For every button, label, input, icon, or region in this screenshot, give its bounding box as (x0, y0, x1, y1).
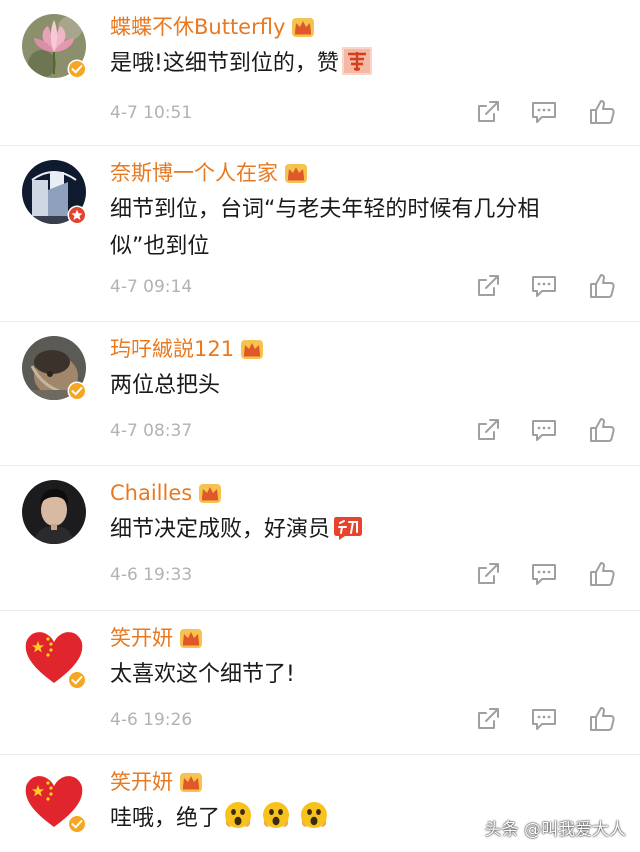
thumbs-up-icon[interactable] (588, 560, 616, 588)
thumbs-up-icon[interactable] (588, 416, 616, 444)
username[interactable]: 奈斯博一个人在家 (110, 158, 278, 188)
comment-text: 细节决定成败，好演员 (110, 511, 628, 548)
username[interactable]: Chailles (110, 478, 192, 508)
comment-item: 奈斯博一个人在家 细节到位，台词“与老夫年轻的时候有几分相 似”也到位 4-7 … (0, 146, 640, 322)
name-row: 笑开妍 (110, 767, 628, 797)
thumbs-up-icon[interactable] (588, 705, 616, 733)
zan-sticker-icon (341, 47, 372, 75)
thumbs-up-icon[interactable] (588, 272, 616, 300)
shock-face-emoji-icon (225, 802, 252, 828)
crown-icon (180, 629, 202, 648)
comment-content: Chailles 细节决定成败，好演员 (110, 478, 628, 548)
reply-icon[interactable] (530, 416, 558, 444)
username[interactable]: 笑开妍 (110, 767, 173, 797)
name-row: 玙吇絾説121 (110, 334, 628, 364)
timestamp: 4-7 08:37 (110, 421, 193, 441)
comment-text: 太喜欢这个细节了! (110, 662, 295, 687)
reply-icon[interactable] (530, 272, 558, 300)
share-icon[interactable] (474, 560, 502, 588)
avatar[interactable] (22, 769, 87, 834)
shock-face-emoji-icon (301, 802, 328, 828)
reply-icon[interactable] (530, 98, 558, 126)
crown-icon (199, 484, 222, 503)
comment-item: Chailles 细节决定成败，好演员 4-6 19:33 (0, 466, 640, 611)
reply-icon[interactable] (530, 560, 558, 588)
timestamp: 4-7 09:14 (110, 277, 193, 297)
share-icon[interactable] (474, 272, 502, 300)
geili-sticker-icon (334, 517, 363, 540)
verified-badge-icon (67, 59, 87, 79)
watermark: 头条 @叫我爱大人 (484, 820, 626, 840)
avatar[interactable] (22, 625, 87, 690)
username[interactable]: 蝶蝶不休Butterfly (110, 12, 285, 42)
comment-feed: 蝶蝶不休Butterfly 是哦!这细节到位的，赞 4-7 10:51 奈斯博一… (0, 0, 640, 852)
man-portrait-avatar (22, 480, 86, 544)
avatar[interactable] (22, 14, 87, 79)
comment-content: 奈斯博一个人在家 细节到位，台词“与老夫年轻的时候有几分相 似”也到位 (110, 158, 628, 265)
verified-badge-icon (67, 670, 87, 690)
meta-row: 4-6 19:33 (110, 560, 620, 590)
comment-content: 蝶蝶不休Butterfly 是哦!这细节到位的，赞 (110, 12, 628, 82)
crown-icon (180, 773, 202, 792)
username[interactable]: 玙吇絾説121 (110, 334, 234, 364)
avatar[interactable] (22, 336, 87, 401)
username[interactable]: 笑开妍 (110, 623, 173, 653)
verified-badge-icon (67, 205, 87, 225)
verified-badge-icon (67, 381, 87, 401)
meta-row: 4-6 19:26 (110, 705, 620, 735)
shock-face-emoji-icon (263, 802, 290, 828)
crown-icon (241, 340, 264, 359)
thumbs-up-icon[interactable] (588, 98, 616, 126)
name-row: 奈斯博一个人在家 (110, 158, 628, 188)
crown-icon (285, 164, 307, 183)
comment-text: 两位总把头 (110, 373, 221, 398)
meta-row: 4-7 10:51 (110, 98, 620, 128)
comment-content: 玙吇絾説121 两位总把头 (110, 334, 628, 404)
comment-content: 笑开妍 太喜欢这个细节了! (110, 623, 628, 693)
name-row: 蝶蝶不休Butterfly (110, 12, 628, 42)
timestamp: 4-6 19:33 (110, 565, 193, 585)
meta-row: 4-7 08:37 (110, 416, 620, 446)
reply-icon[interactable] (530, 705, 558, 733)
meta-row: 4-7 09:14 (110, 272, 620, 302)
comment-item: 玙吇絾説121 两位总把头 4-7 08:37 (0, 322, 640, 466)
name-row: Chailles (110, 478, 628, 508)
name-row: 笑开妍 (110, 623, 628, 653)
share-icon[interactable] (474, 98, 502, 126)
comment-text: 是哦!这细节到位的，赞 (110, 45, 628, 82)
crown-icon (292, 18, 315, 37)
avatar[interactable] (22, 480, 86, 544)
comment-text: 细节到位，台词“与老夫年轻的时候有几分相 似”也到位 (110, 197, 540, 259)
verified-badge-icon (67, 814, 87, 834)
comment-item: 蝶蝶不休Butterfly 是哦!这细节到位的，赞 4-7 10:51 (0, 0, 640, 146)
timestamp: 4-7 10:51 (110, 103, 193, 123)
share-icon[interactable] (474, 705, 502, 733)
avatar[interactable] (22, 160, 87, 225)
comment-item: 笑开妍 太喜欢这个细节了! 4-6 19:26 (0, 611, 640, 755)
timestamp: 4-6 19:26 (110, 710, 193, 730)
share-icon[interactable] (474, 416, 502, 444)
